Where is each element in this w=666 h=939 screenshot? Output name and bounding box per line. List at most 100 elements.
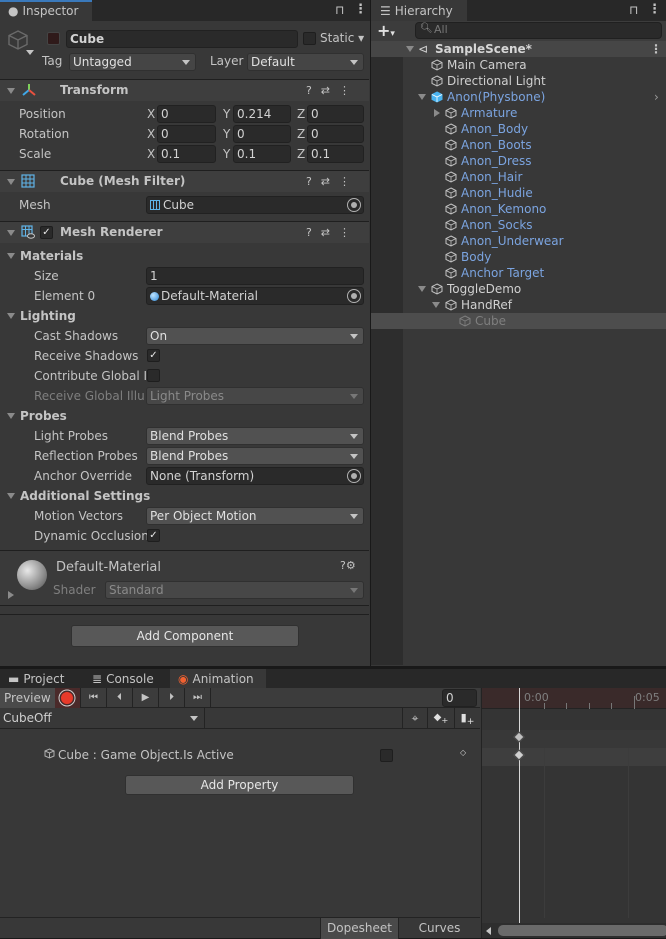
hierarchy-item[interactable]: Anchor Target <box>371 265 666 281</box>
add-keyframe-button[interactable]: ◆+ <box>427 708 454 729</box>
tag-dropdown[interactable]: Untagged <box>69 53 196 71</box>
axis-x-label[interactable]: X <box>147 147 155 161</box>
gameobject-icon[interactable] <box>7 29 29 51</box>
anchor-override-field[interactable]: None (Transform) <box>146 467 364 485</box>
materials-size-input[interactable]: 1 <box>146 267 364 285</box>
more-menu-icon[interactable]: ⋮ <box>648 2 661 17</box>
hierarchy-item[interactable]: Anon_Dress <box>371 153 666 169</box>
frame-input[interactable]: 0 <box>442 689 477 707</box>
rotation-z-input[interactable]: 0 <box>307 125 364 143</box>
expand-arrow-icon[interactable] <box>418 286 426 292</box>
position-y-input[interactable]: 0.214 <box>233 105 291 123</box>
object-picker-icon[interactable] <box>347 469 361 483</box>
scene-menu-icon[interactable]: ⋮ <box>650 41 662 57</box>
hierarchy-item[interactable]: Anon_Boots <box>371 137 666 153</box>
object-name-input[interactable]: Cube <box>66 30 298 48</box>
hierarchy-item[interactable]: Anon_Body <box>371 121 666 137</box>
position-z-input[interactable]: 0 <box>307 105 364 123</box>
mesh-renderer-header[interactable]: ✓ Mesh Renderer ?⇄⋮ <box>0 221 369 243</box>
tab-animation[interactable]: ◉ Animation <box>170 669 266 688</box>
dopesheet-tab[interactable]: Dopesheet <box>320 918 398 939</box>
component-header-icons[interactable]: ?⇄⋮ <box>306 175 359 188</box>
hierarchy-item[interactable]: Anon_Underwear <box>371 233 666 249</box>
tab-console[interactable]: ≣ Console <box>84 669 170 688</box>
add-component-button[interactable]: Add Component <box>71 625 299 647</box>
hierarchy-item[interactable]: Cube <box>371 313 666 329</box>
horizontal-scrollbar[interactable] <box>482 923 666 938</box>
scrollbar-thumb[interactable] <box>498 925 666 936</box>
object-picker-icon[interactable] <box>347 289 361 303</box>
axis-z-label[interactable]: Z <box>297 127 305 141</box>
open-prefab-chevron-icon[interactable]: › <box>654 89 659 105</box>
tab-hierarchy[interactable]: ☰ Hierarchy <box>371 0 467 21</box>
hierarchy-search-input[interactable]: 🔍︎ All <box>415 22 662 39</box>
light-probes-dropdown[interactable]: Blend Probes <box>146 427 364 445</box>
rotation-y-input[interactable]: 0 <box>233 125 291 143</box>
axis-x-label[interactable]: X <box>147 127 155 141</box>
rotation-x-input[interactable]: 0 <box>157 125 216 143</box>
axis-z-label[interactable]: Z <box>297 107 305 121</box>
timeline-ruler[interactable]: 0:00 0:05 <box>482 688 666 709</box>
materials-label[interactable]: Materials <box>20 249 83 263</box>
collapse-arrow-icon[interactable] <box>7 179 15 185</box>
additional-settings-foldout-icon[interactable] <box>7 493 15 499</box>
keyframe-add-diamond-icon[interactable]: ◇ <box>460 748 466 757</box>
next-keyframe-button[interactable]: ⏵ <box>159 688 185 708</box>
active-toggle[interactable] <box>47 32 60 45</box>
scale-z-input[interactable]: 0.1 <box>307 145 364 163</box>
hierarchy-item[interactable]: Main Camera <box>371 57 666 73</box>
receive-shadows-checkbox[interactable]: ✓ <box>147 349 160 362</box>
cast-shadows-dropdown[interactable]: On <box>146 327 364 345</box>
hierarchy-item[interactable]: Anon_Hudie <box>371 185 666 201</box>
collapse-arrow-icon[interactable] <box>7 230 15 236</box>
timeline-area[interactable]: 0:00 0:05 <box>481 688 666 938</box>
scroll-left-arrow-icon[interactable] <box>486 927 491 935</box>
position-x-input[interactable]: 0 <box>157 105 216 123</box>
element0-object-field[interactable]: Default-Material <box>146 287 364 305</box>
motion-vectors-dropdown[interactable]: Per Object Motion <box>146 507 364 525</box>
property-row[interactable]: Cube : Game Object.Is Active ◇ <box>0 745 480 765</box>
material-header-icons[interactable]: ?⚙ <box>340 559 356 572</box>
mesh-object-field[interactable]: Cube <box>146 196 364 214</box>
tab-inspector[interactable]: ● Inspector <box>0 0 92 21</box>
axis-z-label[interactable]: Z <box>297 147 305 161</box>
hierarchy-item[interactable]: Anon_Hair <box>371 169 666 185</box>
tab-project[interactable]: ▬ Project <box>0 669 84 688</box>
component-header-icons[interactable]: ?⇄⋮ <box>306 226 359 239</box>
add-property-button[interactable]: Add Property <box>125 775 354 795</box>
layer-dropdown[interactable]: Default <box>247 53 364 71</box>
play-button[interactable]: ▶ <box>133 688 159 708</box>
contribute-gi-checkbox[interactable] <box>147 369 160 382</box>
filter-by-selection-button[interactable]: ⌖ <box>402 708 427 729</box>
transform-header[interactable]: Transform ?⇄⋮ <box>0 79 369 101</box>
hierarchy-item[interactable]: ToggleDemo <box>371 281 666 297</box>
axis-y-label[interactable]: Y <box>223 147 230 161</box>
lighting-label[interactable]: Lighting <box>20 309 76 323</box>
collapsed-arrow-icon[interactable] <box>434 109 440 117</box>
mesh-renderer-enabled-checkbox[interactable]: ✓ <box>40 226 53 239</box>
axis-y-label[interactable]: Y <box>223 127 230 141</box>
hierarchy-item[interactable]: Body <box>371 249 666 265</box>
material-foldout-icon[interactable] <box>8 591 14 599</box>
material-preview-sphere[interactable] <box>17 560 47 590</box>
scene-expand-icon[interactable] <box>406 46 414 52</box>
scale-x-input[interactable]: 0.1 <box>157 145 216 163</box>
static-checkbox[interactable] <box>303 32 316 45</box>
last-keyframe-button[interactable]: ⏭ <box>185 688 211 708</box>
axis-y-label[interactable]: Y <box>223 107 230 121</box>
static-label[interactable]: Static ▾ <box>320 31 364 45</box>
hierarchy-item[interactable]: Anon_Kemono <box>371 201 666 217</box>
probes-label[interactable]: Probes <box>20 409 67 423</box>
axis-x-label[interactable]: X <box>147 107 155 121</box>
materials-foldout-icon[interactable] <box>7 253 15 259</box>
lock-icon[interactable]: ⊓ <box>335 3 344 17</box>
expand-arrow-icon[interactable] <box>432 302 440 308</box>
expand-arrow-icon[interactable] <box>418 94 426 100</box>
lighting-foldout-icon[interactable] <box>7 313 15 319</box>
dynamic-occlusion-checkbox[interactable]: ✓ <box>147 529 160 542</box>
clip-dropdown[interactable]: CubeOff <box>0 708 205 729</box>
record-button[interactable] <box>55 688 81 708</box>
object-picker-icon[interactable] <box>347 198 361 212</box>
first-keyframe-button[interactable]: ⏮ <box>81 688 107 708</box>
preview-button[interactable]: Preview <box>0 688 55 708</box>
